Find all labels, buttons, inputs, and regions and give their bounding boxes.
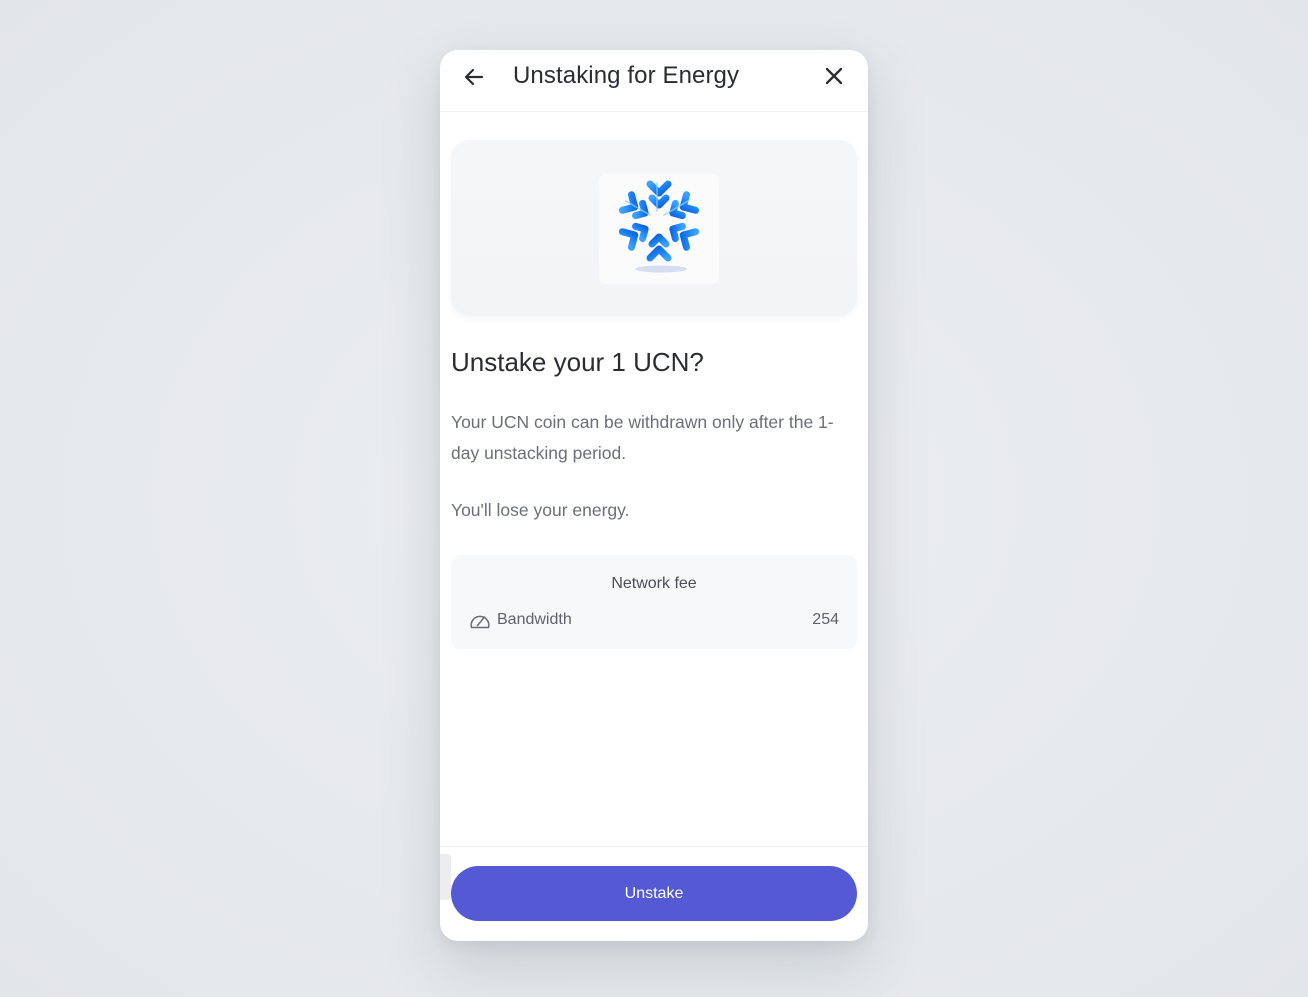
dialog-header: Unstaking for Energy	[440, 50, 868, 112]
withdrawal-notice: Your UCN coin can be withdrawn only afte…	[451, 412, 834, 463]
gauge-icon	[470, 615, 490, 629]
hero-illustration-card	[451, 140, 857, 316]
side-handle	[440, 854, 451, 900]
arrow-left-icon	[464, 68, 484, 86]
back-button[interactable]	[458, 61, 490, 93]
close-button[interactable]	[818, 60, 850, 92]
page-background: Unstaking for Energy Unstake your 1 UCN?…	[0, 0, 1308, 997]
fee-row-value: 254	[812, 611, 839, 628]
dialog-title: Unstaking for Energy	[513, 62, 740, 89]
energy-warning: You'll lose your energy.	[451, 500, 630, 520]
footer-divider	[440, 846, 868, 847]
fee-row-label: Bandwidth	[497, 611, 572, 628]
confirm-heading: Unstake your 1 UCN?	[451, 347, 704, 377]
network-fee-card: Network fee Bandwidth 254	[451, 555, 857, 649]
unstake-button[interactable]: Unstake	[451, 866, 857, 921]
network-fee-title: Network fee	[611, 575, 697, 592]
snowflake-icon	[618, 177, 700, 273]
close-icon	[825, 67, 843, 85]
unstake-dialog: Unstaking for Energy Unstake your 1 UCN?…	[440, 50, 868, 941]
